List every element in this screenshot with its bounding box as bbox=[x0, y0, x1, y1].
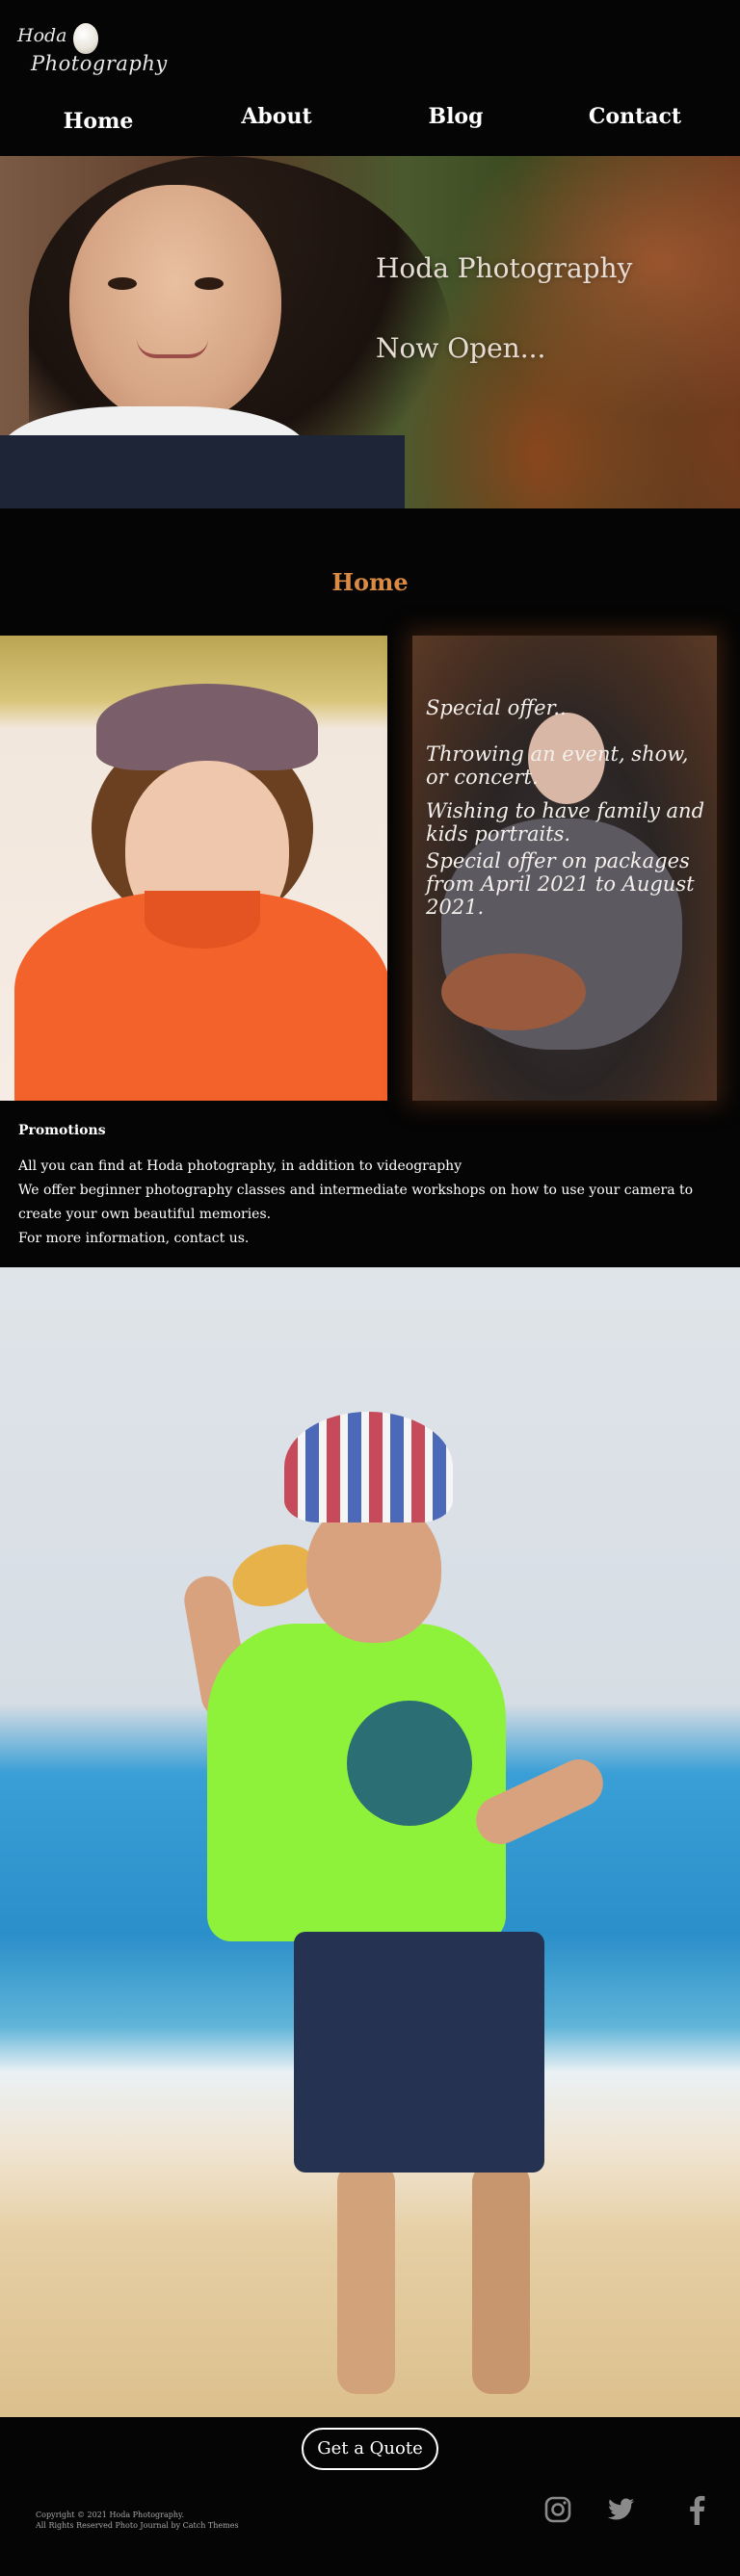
logo-line-2: Photography bbox=[31, 52, 168, 75]
promotions-heading: Promotions bbox=[18, 1123, 106, 1138]
special-offer-card: Special offer.. Throwing an event, show,… bbox=[412, 636, 717, 1101]
site-footer: Get a Quote Copyright © 2021 Hoda Photog… bbox=[0, 2417, 740, 2576]
nav-home[interactable]: Home bbox=[12, 109, 185, 134]
newborn-knit-wrap bbox=[441, 953, 586, 1030]
hero-banner: Hoda Photography Now Open... bbox=[0, 156, 740, 508]
offer-line-3: Wishing to have family and kids portrait… bbox=[426, 799, 705, 846]
facebook-icon[interactable] bbox=[679, 2492, 714, 2527]
boy-orange-shirt-photo bbox=[0, 636, 387, 1101]
hero-jacket bbox=[0, 435, 405, 508]
nav-blog[interactable]: Blog bbox=[369, 104, 542, 129]
promotions-line-2: We offer beginner photography classes an… bbox=[18, 1183, 694, 1222]
twitter-icon[interactable] bbox=[604, 2492, 639, 2527]
beach-boy-leg-left bbox=[337, 2163, 395, 2394]
beach-boy-leg-right bbox=[472, 2163, 530, 2394]
hero-subtitle: Now Open... bbox=[376, 332, 546, 364]
offer-line-1: Special offer.. bbox=[426, 696, 567, 719]
nav-about[interactable]: About bbox=[190, 104, 363, 129]
hero-smile bbox=[137, 339, 208, 358]
promotions-body: All you can find at Hoda photography, in… bbox=[18, 1155, 727, 1251]
promotions-line-3: For more information, contact us. bbox=[18, 1231, 250, 1246]
main-nav: Home About Blog Contact bbox=[0, 101, 740, 140]
hero-title: Hoda Photography bbox=[376, 252, 633, 284]
beach-boy-shorts bbox=[294, 1932, 544, 2173]
promotions-line-1: All you can find at Hoda photography, in… bbox=[18, 1158, 462, 1174]
logo-line-1: Hoda bbox=[17, 25, 67, 46]
beach-shirt-print bbox=[347, 1701, 472, 1826]
get-quote-button[interactable]: Get a Quote bbox=[302, 2428, 438, 2470]
boy-cap bbox=[96, 684, 318, 770]
offer-line-4: Special offer on packages from April 202… bbox=[426, 849, 695, 919]
site-header: Hoda Photography Home About Blog Contact bbox=[0, 0, 740, 156]
page-title: Home bbox=[331, 568, 409, 596]
hero-eye-right bbox=[195, 277, 224, 290]
site-logo[interactable]: Hoda Photography bbox=[12, 17, 167, 85]
nav-contact[interactable]: Contact bbox=[548, 104, 722, 129]
offer-line-2: Throwing an event, show, or concert. bbox=[426, 742, 689, 789]
copyright-text: Copyright © 2021 Hoda Photography. All R… bbox=[36, 2510, 239, 2531]
logo-egg-icon bbox=[73, 23, 98, 54]
beach-boy-checkered-hat bbox=[284, 1412, 453, 1522]
boy-beach-photo bbox=[0, 1267, 740, 2417]
copyright-line-2: All Rights Reserved Photo Journal by Cat… bbox=[36, 2521, 239, 2530]
hero-girl-face bbox=[69, 185, 281, 426]
boy-shirt-collar bbox=[145, 891, 260, 949]
instagram-icon[interactable] bbox=[541, 2492, 575, 2527]
copyright-line-1: Copyright © 2021 Hoda Photography. bbox=[36, 2511, 185, 2519]
hero-eye-left bbox=[108, 277, 137, 290]
